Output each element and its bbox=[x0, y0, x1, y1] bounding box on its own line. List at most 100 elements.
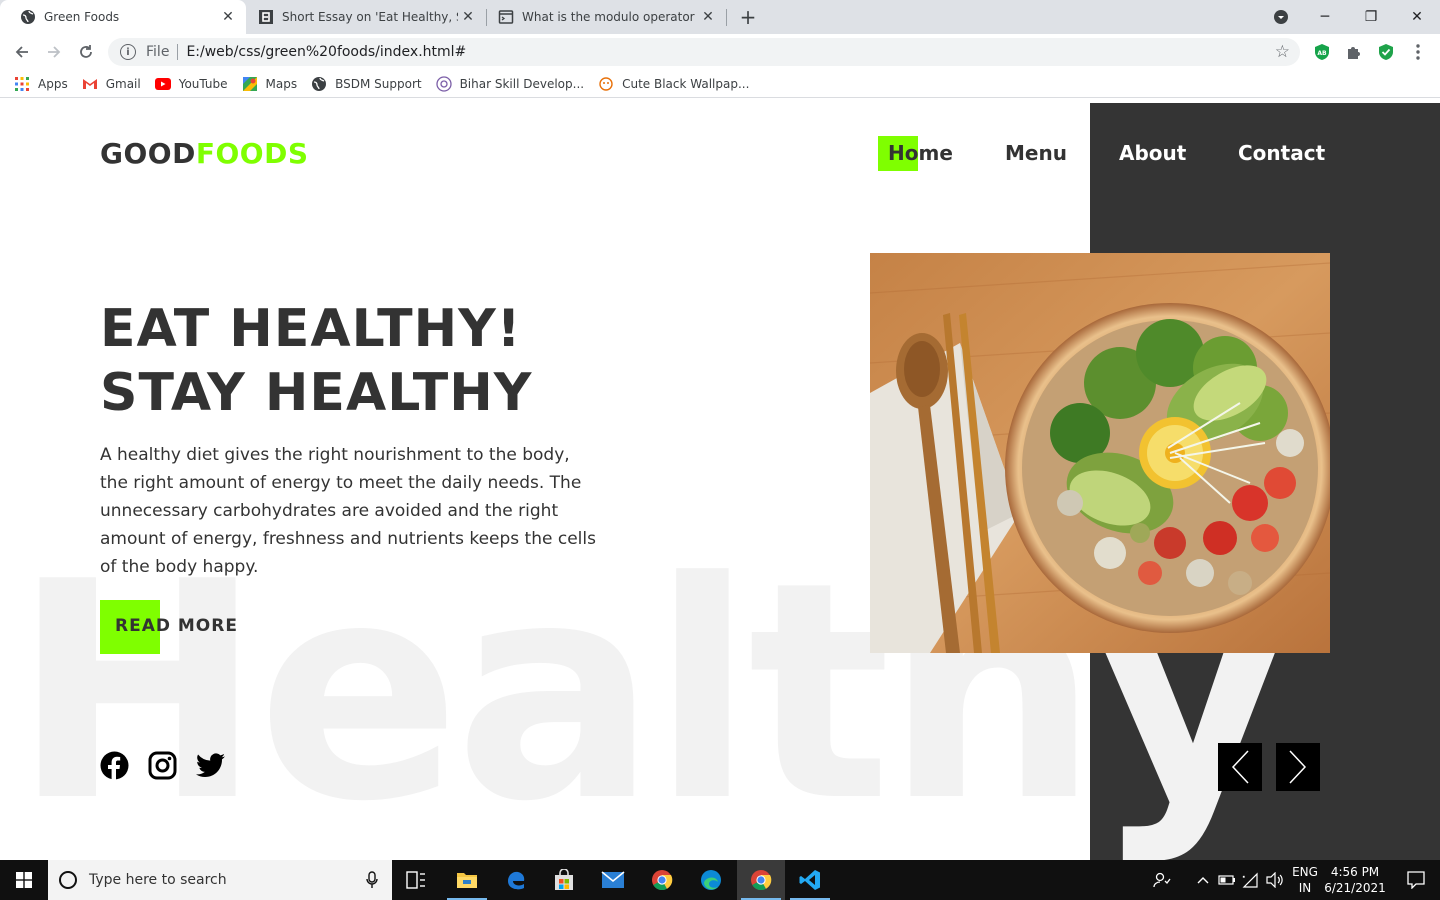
edge-legacy-button[interactable] bbox=[492, 860, 540, 900]
bookmark-label: Gmail bbox=[105, 76, 141, 91]
region-code: IN bbox=[1298, 881, 1312, 895]
show-hidden-icons-button[interactable] bbox=[1190, 860, 1216, 900]
store-button[interactable] bbox=[540, 860, 588, 900]
site-icon bbox=[598, 76, 614, 92]
input-language[interactable]: ENG IN bbox=[1288, 864, 1322, 896]
bookmark-youtube[interactable]: YouTube bbox=[154, 70, 228, 98]
windows-taskbar: Type here to search ENG IN 4:56 PM 6/21/… bbox=[0, 860, 1440, 900]
edge-legacy-icon bbox=[508, 871, 525, 890]
more-menu-icon[interactable] bbox=[1408, 42, 1428, 62]
instagram-icon[interactable] bbox=[147, 750, 177, 780]
bookmark-label: Maps bbox=[265, 76, 298, 91]
bookmark-bihar-skill[interactable]: Bihar Skill Develop... bbox=[435, 70, 585, 98]
folder-icon bbox=[457, 873, 477, 888]
bookmark-star-icon[interactable]: ☆ bbox=[1275, 42, 1290, 62]
logo-part-good: GOOD bbox=[100, 137, 196, 170]
adblock-extension-icon[interactable]: AB bbox=[1312, 42, 1332, 62]
hero-headline: EAT HEALTHY! STAY HEALTHY bbox=[100, 297, 532, 425]
tab-modulo-operator[interactable]: What is the modulo operator in J ✕ bbox=[486, 0, 726, 34]
nav-link-home[interactable]: Home bbox=[888, 141, 953, 165]
people-icon bbox=[1153, 872, 1171, 888]
chevron-up-icon bbox=[1197, 877, 1209, 884]
volume-icon bbox=[1266, 872, 1283, 888]
globe-icon bbox=[311, 76, 327, 92]
tab-title: Short Essay on 'Eat Healthy, Stay bbox=[282, 10, 458, 24]
mail-icon bbox=[601, 871, 625, 888]
windows-logo-icon bbox=[16, 872, 32, 888]
file-explorer-button[interactable] bbox=[443, 860, 491, 900]
restore-button[interactable]: ❐ bbox=[1348, 0, 1394, 34]
tab-search-button[interactable] bbox=[1258, 0, 1304, 34]
logo-part-foods: FOODS bbox=[195, 137, 309, 170]
chrome-icon bbox=[751, 870, 772, 891]
vscode-button[interactable] bbox=[786, 860, 834, 900]
bookmark-apps[interactable]: Apps bbox=[14, 70, 68, 98]
bookmark-maps[interactable]: Maps bbox=[242, 70, 298, 98]
chrome-button[interactable] bbox=[638, 860, 686, 900]
task-view-button[interactable] bbox=[392, 860, 440, 900]
close-window-button[interactable]: ✕ bbox=[1394, 0, 1440, 34]
browser-toolbar: i File E:/web/css/green%20foods/index.ht… bbox=[0, 34, 1440, 70]
hero-description: A healthy diet gives the right nourishme… bbox=[100, 445, 596, 577]
browser-tab-strip: Green Foods ✕ Short Essay on 'Eat Health… bbox=[0, 0, 1440, 34]
reload-button[interactable] bbox=[72, 38, 100, 66]
nav-link-menu[interactable]: Menu bbox=[1005, 141, 1067, 165]
battery-icon bbox=[1218, 875, 1235, 885]
edge-button[interactable] bbox=[687, 860, 735, 900]
close-tab-icon[interactable]: ✕ bbox=[218, 9, 238, 25]
twitter-icon[interactable] bbox=[195, 750, 225, 780]
extensions-puzzle-icon[interactable] bbox=[1344, 42, 1364, 62]
forward-button[interactable] bbox=[40, 38, 68, 66]
code-site-icon bbox=[498, 9, 514, 25]
close-tab-icon[interactable]: ✕ bbox=[458, 9, 478, 25]
minimize-button[interactable]: ─ bbox=[1302, 0, 1348, 34]
taskbar-search-box[interactable]: Type here to search bbox=[48, 860, 392, 900]
web-page: Healthy GOODFOODS Home Menu About Contac… bbox=[0, 103, 1440, 860]
chrome-active-window-button[interactable] bbox=[737, 860, 785, 900]
close-tab-icon[interactable]: ✕ bbox=[698, 9, 718, 25]
nav-link-about[interactable]: About bbox=[1119, 141, 1186, 165]
bookmark-label: Bihar Skill Develop... bbox=[459, 76, 585, 91]
info-icon[interactable]: i bbox=[120, 44, 136, 60]
tab-short-essay[interactable]: Short Essay on 'Eat Healthy, Stay ✕ bbox=[246, 0, 486, 34]
shield-extension-icon[interactable] bbox=[1376, 42, 1396, 62]
clock-time: 4:56 PM bbox=[1330, 865, 1380, 879]
battery-button[interactable] bbox=[1214, 860, 1240, 900]
vscode-icon bbox=[799, 870, 820, 890]
apps-grid-icon bbox=[14, 76, 30, 92]
volume-button[interactable] bbox=[1262, 860, 1288, 900]
read-more-button[interactable]: READ MORE bbox=[115, 616, 238, 636]
tab-green-foods[interactable]: Green Foods ✕ bbox=[0, 0, 246, 34]
clock-date: 6/21/2021 bbox=[1324, 881, 1386, 895]
headline-line-2: STAY HEALTHY bbox=[100, 363, 533, 423]
bookmark-cute-black-wallpaper[interactable]: Cute Black Wallpap... bbox=[598, 70, 749, 98]
svg-text:AB: AB bbox=[1317, 50, 1327, 57]
language-code: ENG bbox=[1292, 865, 1318, 879]
bookmark-bsdm-support[interactable]: BSDM Support bbox=[311, 70, 422, 98]
action-center-button[interactable] bbox=[1392, 860, 1440, 900]
back-button[interactable] bbox=[8, 38, 36, 66]
microphone-icon[interactable] bbox=[366, 871, 378, 893]
cortana-icon bbox=[59, 871, 77, 889]
address-bar[interactable]: i File E:/web/css/green%20foods/index.ht… bbox=[108, 38, 1300, 66]
store-bag-icon bbox=[555, 869, 573, 890]
people-button[interactable] bbox=[1142, 860, 1182, 900]
bookmark-gmail[interactable]: Gmail bbox=[82, 70, 141, 98]
mail-button[interactable] bbox=[589, 860, 637, 900]
gmail-icon bbox=[82, 76, 98, 92]
edge-icon bbox=[701, 870, 721, 890]
wifi-button[interactable] bbox=[1238, 860, 1264, 900]
facebook-icon[interactable] bbox=[99, 750, 129, 780]
start-button[interactable] bbox=[0, 860, 48, 900]
bookmark-label: Apps bbox=[38, 76, 68, 91]
bookmarks-bar: Apps Gmail YouTube Maps BSDM Support Bih… bbox=[0, 70, 1440, 98]
system-clock[interactable]: 4:56 PM 6/21/2021 bbox=[1322, 864, 1388, 896]
next-slide-button[interactable] bbox=[1276, 743, 1320, 791]
maps-icon bbox=[242, 76, 258, 92]
site-logo[interactable]: GOODFOODS bbox=[100, 137, 308, 170]
url-divider bbox=[177, 44, 179, 60]
new-tab-button[interactable]: + bbox=[736, 4, 760, 30]
prev-slide-button[interactable] bbox=[1218, 743, 1262, 791]
bookmark-label: Cute Black Wallpap... bbox=[622, 76, 750, 91]
nav-link-contact[interactable]: Contact bbox=[1238, 141, 1325, 165]
